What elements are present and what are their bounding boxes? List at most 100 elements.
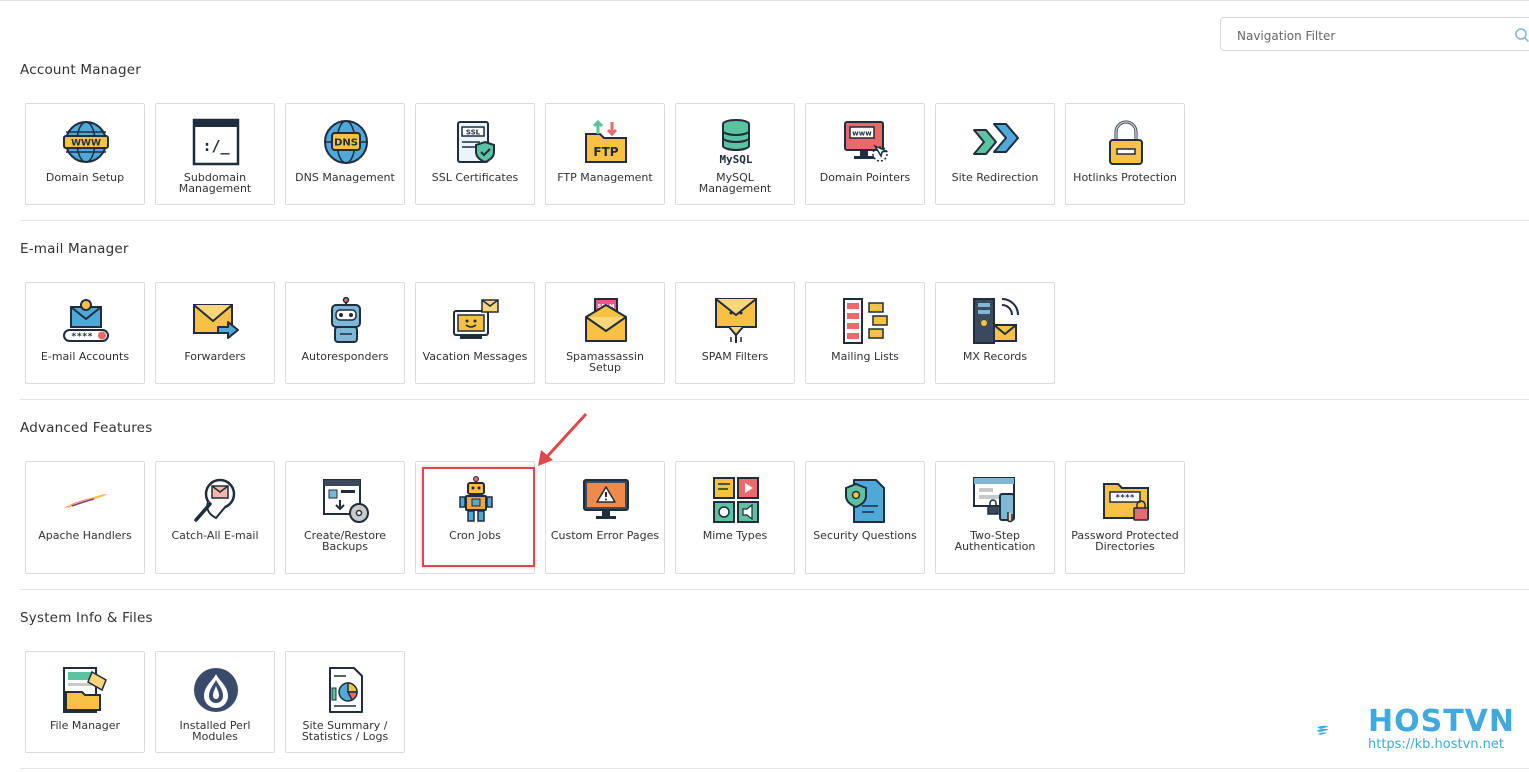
apache-feather-icon — [64, 494, 108, 508]
section-title-advanced-features: Advanced Features — [20, 420, 153, 436]
hostvn-brand-text: HOSTVN — [1368, 704, 1516, 739]
vacation-monitor-icon — [453, 299, 499, 339]
forward-envelope-icon — [193, 304, 239, 339]
tile-mysql-management[interactable]: MySQL MySQL Management — [675, 103, 795, 205]
tile-mailing-lists[interactable]: Mailing Lists — [805, 282, 925, 384]
tile-site-redirection[interactable]: Site Redirection — [935, 103, 1055, 205]
tile-ftp-management[interactable]: FTP FTP Management — [545, 103, 665, 205]
section-divider — [20, 589, 1529, 590]
tile-label: SSL Certificates — [431, 171, 519, 184]
tile-label: Two-Step Authentication — [954, 529, 1036, 553]
domain-pointer-monitor-icon: www — [844, 121, 889, 162]
tile-label: Mailing Lists — [831, 350, 899, 363]
navigation-filter-input[interactable] — [1235, 26, 1499, 46]
tile-label: Site Summary / Statistics / Logs — [301, 719, 389, 743]
tile-domain-pointers[interactable]: www Domain Pointers — [805, 103, 925, 205]
tile-password-protected-directories[interactable]: **** Password Protected Directories — [1065, 461, 1185, 574]
tile-domain-setup[interactable]: WWW Domain Setup — [25, 103, 145, 205]
backup-disk-icon — [323, 479, 369, 523]
tile-label: MySQL Management — [698, 171, 772, 195]
search-icon[interactable] — [1514, 27, 1529, 43]
statistics-report-icon — [329, 667, 363, 713]
tile-apache-handlers[interactable]: Apache Handlers — [25, 461, 145, 574]
mysql-database-icon: MySQL — [719, 119, 753, 166]
security-shield-document-icon — [845, 479, 885, 523]
tile-file-manager[interactable]: File Manager — [25, 651, 145, 753]
section-divider — [20, 220, 1529, 221]
tile-label: Spamassassin Setup — [566, 350, 644, 374]
tile-forwarders[interactable]: Forwarders — [155, 282, 275, 384]
tile-label: MX Records — [962, 350, 1028, 363]
ftp-folder-icon: FTP — [585, 119, 627, 163]
cron-jobs-highlight-box — [422, 467, 535, 567]
section-divider — [20, 768, 1529, 769]
svg-text:WWW: WWW — [71, 139, 101, 149]
tile-label: Subdomain Management — [178, 171, 252, 195]
spam-envelope-icon: SPAM — [585, 298, 627, 342]
tile-catch-all-email[interactable]: Catch-All E-mail — [155, 461, 275, 574]
tile-vacation-messages[interactable]: Vacation Messages — [415, 282, 535, 384]
tile-spam-filters[interactable]: SPAM Filters — [675, 282, 795, 384]
tile-create-restore-backups[interactable]: Create/Restore Backups — [285, 461, 405, 574]
email-account-icon: **** — [63, 299, 109, 342]
tile-label: DNS Management — [295, 171, 395, 184]
tile-ssl-certificates[interactable]: SSL SSL Certificates — [415, 103, 535, 205]
section-divider — [20, 399, 1529, 400]
tile-autoresponders[interactable]: Autoresponders — [285, 282, 405, 384]
tile-label: Apache Handlers — [38, 529, 132, 542]
tile-label: Autoresponders — [301, 350, 389, 363]
tile-label: Security Questions — [813, 529, 917, 542]
svg-text:www: www — [852, 130, 872, 138]
tile-dns-management[interactable]: DNS DNS Management — [285, 103, 405, 205]
locked-folder-icon: **** — [1103, 483, 1149, 521]
tile-label: FTP Management — [557, 171, 653, 184]
globe-www-icon: WWW — [63, 121, 109, 163]
tile-installed-perl-modules[interactable]: Installed Perl Modules — [155, 651, 275, 753]
hostvn-logo-icon — [1316, 725, 1329, 735]
tile-hotlinks-protection[interactable]: Hotlinks Protection — [1065, 103, 1185, 205]
ssl-certificate-icon: SSL — [457, 121, 495, 164]
terminal-window-icon: :/_ — [192, 118, 240, 166]
tile-site-summary-statistics-logs[interactable]: Site Summary / Statistics / Logs — [285, 651, 405, 753]
tile-email-accounts[interactable]: **** E-mail Accounts — [25, 282, 145, 384]
tile-custom-error-pages[interactable]: Custom Error Pages — [545, 461, 665, 574]
navigation-filter[interactable] — [1220, 17, 1529, 51]
tile-label: Domain Setup — [45, 171, 125, 184]
tile-spamassassin-setup[interactable]: SPAM Spamassassin Setup — [545, 282, 665, 384]
svg-text:FTP: FTP — [593, 145, 618, 159]
section-title-account-manager: Account Manager — [20, 62, 141, 78]
tile-label: File Manager — [49, 719, 121, 732]
two-step-auth-icon — [973, 477, 1015, 523]
tile-label: Installed Perl Modules — [179, 719, 251, 743]
tile-label: SPAM Filters — [701, 350, 769, 363]
error-monitor-icon — [583, 479, 629, 519]
tile-label: Site Redirection — [951, 171, 1039, 184]
globe-dns-icon: DNS — [324, 120, 368, 164]
top-border — [0, 0, 1529, 1]
tile-label: Create/Restore Backups — [304, 529, 386, 553]
tile-subdomain-management[interactable]: :/_ Subdomain Management — [155, 103, 275, 205]
redirect-arrows-icon — [973, 123, 1019, 155]
tile-label: Hotlinks Protection — [1073, 171, 1177, 184]
padlock-icon — [1109, 120, 1143, 165]
mailing-list-icon — [843, 298, 888, 344]
svg-text:SSL: SSL — [466, 129, 481, 137]
perl-onion-icon — [194, 668, 238, 712]
filter-envelope-icon — [715, 298, 757, 343]
tile-security-questions[interactable]: Security Questions — [805, 461, 925, 574]
tile-mx-records[interactable]: MX Records — [935, 282, 1055, 384]
tile-mime-types[interactable]: Mime Types — [675, 461, 795, 574]
catch-net-icon — [194, 478, 236, 522]
tile-label: Domain Pointers — [819, 171, 911, 184]
tile-label: Password Protected Directories — [1071, 529, 1179, 553]
svg-text:****: **** — [1115, 493, 1134, 502]
svg-text:****: **** — [71, 332, 93, 342]
tile-label: Vacation Messages — [422, 350, 528, 363]
tile-label: E-mail Accounts — [40, 350, 130, 363]
tile-two-step-authentication[interactable]: Two-Step Authentication — [935, 461, 1055, 574]
server-mail-icon — [973, 298, 1019, 344]
tile-label: Custom Error Pages — [550, 529, 660, 542]
svg-text:DNS: DNS — [334, 138, 358, 149]
tile-label: Mime Types — [702, 529, 768, 542]
media-types-icon — [713, 477, 759, 523]
